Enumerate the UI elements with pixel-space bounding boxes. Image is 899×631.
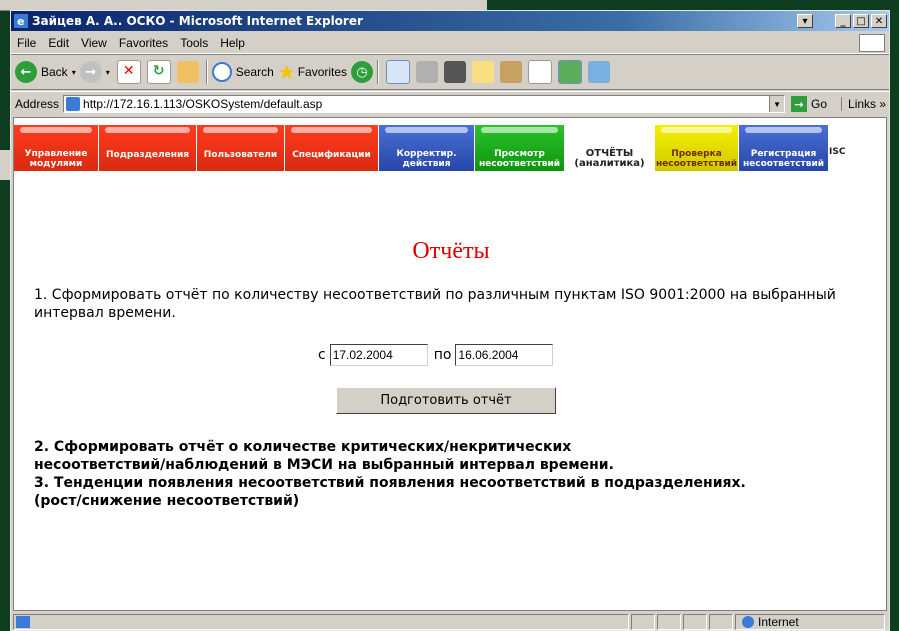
maximize-button[interactable]: □ [853, 14, 869, 28]
menu-file[interactable]: File [11, 36, 42, 50]
page-title: Отчёты [412, 238, 490, 264]
status-pane [683, 614, 707, 630]
mail-icon[interactable] [386, 60, 411, 84]
toolbar: ← Back ▾ → ▾ ✕ ↻ Search ★ Favorites ◷ [11, 55, 889, 90]
nav-tab-register-nonconformities[interactable]: Регистрация несоответствий [739, 125, 829, 171]
title-bar: e Зайцев А. А.. ОСКО - Microsoft Interne… [11, 11, 889, 31]
to-date-input[interactable] [455, 344, 554, 366]
prepare-report-button[interactable]: Подготовить отчёт [336, 387, 556, 414]
zone-label: Internet [758, 615, 799, 629]
status-bar: Internet [13, 613, 887, 630]
nav-tab-reports[interactable]: ОТЧЁТЫ (аналитика) [565, 125, 655, 171]
nav-tab-users[interactable]: Пользователи [197, 125, 285, 171]
report-item-2-line2[interactable]: несоответствий/наблюдений в МЭСИ на выбр… [34, 456, 864, 474]
back-dropdown-icon[interactable]: ▾ [72, 68, 76, 77]
search-button[interactable]: Search [211, 62, 274, 82]
favorites-label: Favorites [297, 65, 348, 79]
system-menu-icon[interactable]: ▾ [797, 14, 813, 28]
globe-icon [742, 616, 754, 628]
history-icon[interactable]: ◷ [351, 61, 374, 83]
report-item-2-line1[interactable]: 2. Сформировать отчёт о количестве крити… [34, 438, 864, 456]
window-title: Зайцев А. А.. ОСКО - Microsoft Internet … [32, 14, 363, 28]
status-main-pane [13, 614, 629, 630]
status-pane [631, 614, 655, 630]
contacts-icon[interactable] [588, 61, 611, 83]
menu-edit[interactable]: Edit [42, 36, 75, 50]
menu-view[interactable]: View [75, 36, 113, 50]
svg-text:e: e [17, 15, 24, 28]
address-input[interactable]: http://172.16.1.113/OSKOSystem/default.a… [63, 95, 786, 113]
search-icon [211, 62, 232, 82]
minimize-button[interactable]: _ [835, 14, 851, 28]
nav-tab-iso[interactable]: ISC [829, 125, 859, 171]
menu-tools[interactable]: Tools [174, 36, 214, 50]
nav-tab-check-nonconformities[interactable]: Проверка несоответствий [655, 125, 739, 171]
search-label: Search [235, 65, 274, 79]
forward-button[interactable]: → ▾ [79, 61, 110, 83]
menu-bar: File Edit View Favorites Tools Help [11, 33, 889, 54]
page-status-icon [16, 616, 30, 628]
from-label: с [318, 347, 326, 363]
refresh-icon[interactable]: ↻ [146, 60, 171, 84]
go-arrow-icon: → [791, 96, 808, 112]
messenger-icon[interactable] [528, 60, 553, 84]
forward-dropdown-icon[interactable]: ▾ [106, 68, 110, 77]
status-pane [709, 614, 733, 630]
nav-tabs: Управление модулями Подразделения Пользов… [14, 118, 886, 178]
address-dropdown-icon[interactable]: ▼ [769, 96, 785, 112]
report-item-3-line1[interactable]: 3. Тенденции появления несоответствий по… [34, 474, 864, 492]
icq-icon[interactable] [558, 60, 583, 84]
nav-tab-specifications[interactable]: Спецификации [285, 125, 379, 171]
report-list: 2. Сформировать отчёт о количестве крити… [34, 438, 864, 510]
report-item-1: 1. Сформировать отчёт по количеству несо… [34, 287, 836, 321]
address-label: Address [15, 97, 60, 111]
menu-help[interactable]: Help [214, 36, 251, 50]
home-icon[interactable] [176, 61, 199, 83]
favorites-button[interactable]: ★ Favorites [278, 60, 347, 85]
address-bar: Address http://172.16.1.113/OSKOSystem/d… [11, 91, 889, 116]
ie-window: e Зайцев А. А.. ОСКО - Microsoft Interne… [10, 10, 890, 631]
address-url: http://172.16.1.113/OSKOSystem/default.a… [83, 97, 323, 111]
edit-icon[interactable] [444, 61, 467, 83]
page-content: Управление модулями Подразделения Пользов… [13, 117, 887, 611]
nav-tab-departments[interactable]: Подразделения [99, 125, 197, 171]
go-button[interactable]: → Go [791, 96, 827, 112]
date-range: с по [314, 344, 554, 366]
to-label: по [433, 347, 452, 363]
page-icon [66, 97, 81, 111]
security-zone: Internet [735, 614, 885, 630]
back-arrow-icon: ← [15, 61, 37, 83]
from-date-input[interactable] [329, 344, 428, 366]
forward-arrow-icon: → [79, 61, 102, 83]
stop-icon[interactable]: ✕ [116, 60, 141, 84]
links-button[interactable]: Links » [841, 97, 886, 111]
nav-tab-view-nonconformities[interactable]: Просмотр несоответствий [475, 125, 565, 171]
nav-tab-corrective-actions[interactable]: Корректир. действия [379, 125, 475, 171]
status-pane [657, 614, 681, 630]
favorites-star-icon: ★ [277, 61, 296, 84]
ie-icon: e [14, 14, 28, 28]
close-button[interactable]: ✕ [871, 14, 887, 28]
report-item-3-line2[interactable]: (рост/снижение несоответствий) [34, 492, 864, 510]
nav-tab-modules[interactable]: Управление модулями [14, 125, 99, 171]
back-button[interactable]: ← Back ▾ [15, 61, 76, 83]
discuss-icon[interactable] [472, 61, 495, 83]
windows-logo-icon [859, 34, 885, 52]
research-icon[interactable] [500, 61, 523, 83]
toolbar-separator [377, 60, 380, 84]
back-label: Back [41, 65, 68, 79]
go-label: Go [811, 97, 828, 111]
menu-favorites[interactable]: Favorites [113, 36, 174, 50]
print-icon[interactable] [416, 61, 439, 83]
toolbar-separator [205, 60, 208, 84]
